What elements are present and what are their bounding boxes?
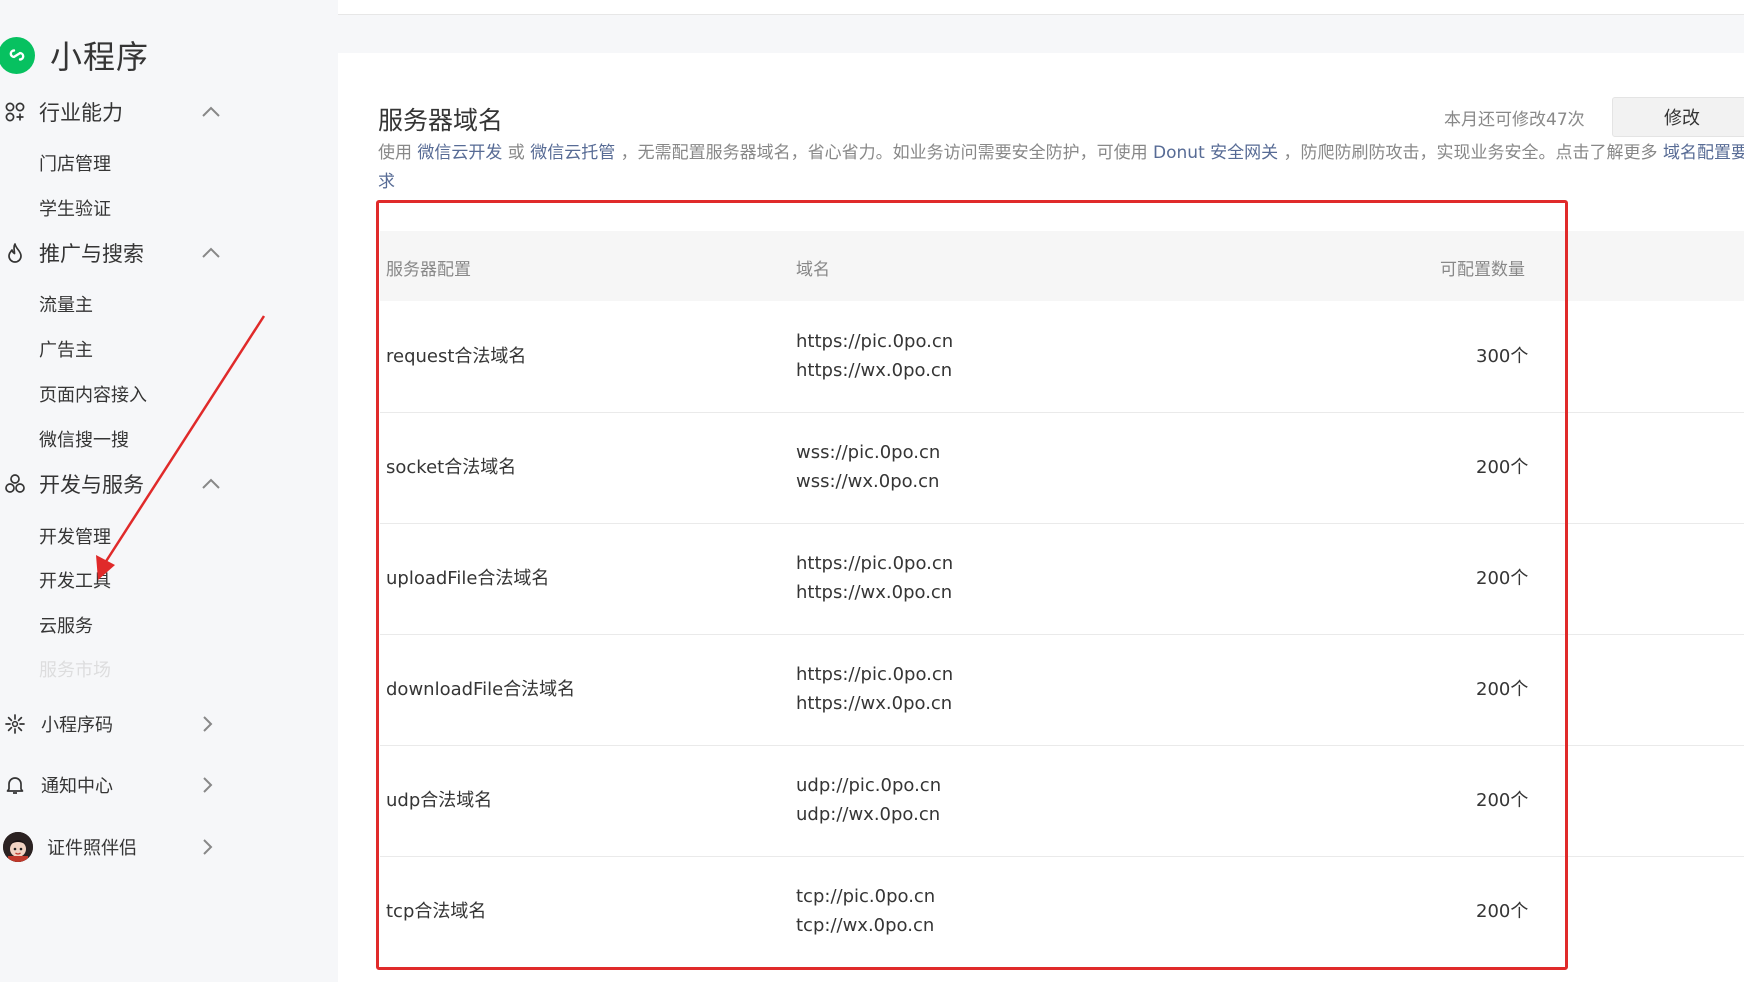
config-count: 200个	[1476, 568, 1529, 589]
domain-value: udp://wx.0po.cn	[796, 804, 941, 825]
sidebar-item-dev-tools[interactable]: 开发工具	[39, 567, 111, 593]
config-count: 200个	[1476, 457, 1529, 478]
domain-value: https://wx.0po.cn	[796, 360, 953, 381]
link-wechat-cloud-hosting[interactable]: 微信云托管	[530, 143, 615, 163]
qrcode-icon	[3, 712, 27, 736]
avatar	[3, 832, 33, 862]
sidebar-link-label: 通知中心	[41, 776, 113, 797]
bell-icon	[3, 773, 27, 797]
server-domain-panel: 服务器域名 本月还可修改47次 修改 使用 微信云开发 或 微信云托管 ，无需配…	[338, 53, 1744, 982]
table-row: udp合法域名 udp://pic.0po.cn udp://wx.0po.cn …	[380, 745, 1744, 857]
modify-quota-text: 本月还可修改47次	[1444, 110, 1585, 130]
sidebar-link-label: 证件照伴侣	[47, 838, 137, 859]
table-row: tcp合法域名 tcp://pic.0po.cn tcp://wx.0po.cn …	[380, 856, 1744, 967]
domain-list: https://pic.0po.cn https://wx.0po.cn	[796, 660, 953, 718]
domain-value: wss://pic.0po.cn	[796, 442, 941, 463]
sidebar-link-account[interactable]: 证件照伴侣	[0, 827, 230, 867]
config-count: 200个	[1476, 679, 1529, 700]
table-row: uploadFile合法域名 https://pic.0po.cn https:/…	[380, 523, 1744, 635]
table-row: downloadFile合法域名 https://pic.0po.cn https…	[380, 634, 1744, 746]
chevron-up-icon[interactable]	[200, 244, 222, 262]
config-count: 200个	[1476, 901, 1529, 922]
domain-value: https://pic.0po.cn	[796, 664, 954, 685]
domain-value: udp://pic.0po.cn	[796, 775, 942, 796]
desc-text: ，无需配置服务器域名，省心省力。如业务访问需要安全防护，可使用	[615, 143, 1154, 163]
column-header-domain: 域名	[796, 260, 830, 280]
page-title: 服务器域名	[378, 106, 504, 135]
nav-group-label: 开发与服务	[39, 473, 144, 497]
nav-group-dev-services[interactable]: 开发与服务	[0, 464, 230, 504]
chevron-right-icon	[203, 839, 213, 855]
chevron-right-icon	[203, 716, 213, 732]
dev-services-icon	[3, 472, 27, 496]
domain-value: wss://wx.0po.cn	[796, 471, 940, 492]
flame-icon	[3, 241, 27, 265]
domain-value: tcp://pic.0po.cn	[796, 886, 936, 907]
link-donut-security-gateway[interactable]: Donut 安全网关	[1153, 143, 1278, 163]
top-card-edge	[338, 0, 1744, 15]
domain-list: udp://pic.0po.cn udp://wx.0po.cn	[796, 771, 941, 829]
config-name: request合法域名	[386, 346, 527, 367]
sidebar: 小程序 行业能力 门店管理 学生验证 推广与搜索 流量主 广告主 页面内容接入 …	[0, 0, 336, 982]
chevron-up-icon[interactable]	[200, 103, 222, 121]
domain-value: https://pic.0po.cn	[796, 553, 954, 574]
domain-list: wss://pic.0po.cn wss://wx.0po.cn	[796, 438, 940, 496]
config-name: uploadFile合法域名	[386, 568, 550, 589]
sidebar-link-notification-center[interactable]: 通知中心	[0, 765, 230, 805]
sidebar-item-service-market[interactable]: 服务市场	[39, 656, 111, 682]
column-header-config: 服务器配置	[386, 260, 471, 280]
domain-value: https://wx.0po.cn	[796, 582, 953, 603]
sidebar-item-wechat-search[interactable]: 微信搜一搜	[39, 426, 129, 452]
sidebar-item-store-management[interactable]: 门店管理	[39, 150, 111, 176]
desc-text: 使用	[378, 143, 418, 163]
sidebar-link-qrcode[interactable]: 小程序码	[0, 704, 230, 744]
sidebar-link-label: 小程序码	[41, 715, 113, 736]
nav-group-industry[interactable]: 行业能力	[0, 92, 230, 132]
industry-icon	[3, 100, 27, 124]
table-header: 服务器配置 域名 可配置数量	[380, 231, 1744, 301]
domain-value: https://pic.0po.cn	[796, 331, 954, 352]
domain-value: tcp://wx.0po.cn	[796, 915, 935, 936]
modify-button[interactable]: 修改	[1612, 97, 1744, 137]
chevron-up-icon[interactable]	[200, 475, 222, 493]
config-count: 300个	[1476, 346, 1529, 367]
sidebar-item-dev-management[interactable]: 开发管理	[39, 523, 111, 549]
desc-text: ，防爬防刷防攻击，实现业务安全。点击了解更多	[1278, 143, 1663, 163]
description-text: 使用 微信云开发 或 微信云托管 ，无需配置服务器域名，省心省力。如业务访问需要…	[378, 139, 1744, 197]
config-name: tcp合法域名	[386, 901, 487, 922]
sidebar-item-traffic-owner[interactable]: 流量主	[39, 291, 93, 317]
sidebar-item-page-content-access[interactable]: 页面内容接入	[39, 381, 147, 407]
config-name: udp合法域名	[386, 790, 493, 811]
domain-list: tcp://pic.0po.cn tcp://wx.0po.cn	[796, 882, 935, 940]
nav-group-label: 推广与搜索	[39, 242, 144, 266]
domain-list: https://pic.0po.cn https://wx.0po.cn	[796, 327, 953, 385]
domain-value: https://wx.0po.cn	[796, 693, 953, 714]
chevron-right-icon	[203, 777, 213, 793]
nav-group-label: 行业能力	[39, 101, 123, 125]
table-row: request合法域名 https://pic.0po.cn https://wx…	[380, 301, 1744, 413]
sidebar-item-cloud-service[interactable]: 云服务	[39, 612, 93, 638]
config-count: 200个	[1476, 790, 1529, 811]
app-title: 小程序	[50, 38, 150, 76]
column-header-count: 可配置数量	[1440, 260, 1525, 280]
sidebar-item-advertiser[interactable]: 广告主	[39, 336, 93, 362]
config-name: socket合法域名	[386, 457, 517, 478]
nav-group-promotion-search[interactable]: 推广与搜索	[0, 233, 230, 273]
mini-program-logo-icon	[0, 36, 35, 74]
desc-text: 或	[502, 143, 531, 163]
app-logo-row[interactable]: 小程序	[0, 30, 149, 80]
config-name: downloadFile合法域名	[386, 679, 576, 700]
domain-list: https://pic.0po.cn https://wx.0po.cn	[796, 549, 953, 607]
table-row: socket合法域名 wss://pic.0po.cn wss://wx.0po.…	[380, 412, 1744, 524]
sidebar-item-student-verification[interactable]: 学生验证	[39, 195, 111, 221]
link-wechat-cloud-dev[interactable]: 微信云开发	[417, 143, 502, 163]
